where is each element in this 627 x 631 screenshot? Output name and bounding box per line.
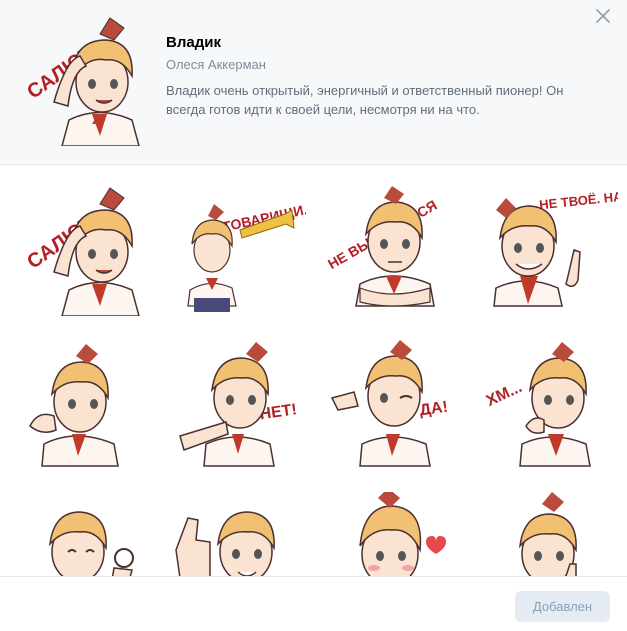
sticker-item[interactable]: САЛЮТ! (14, 180, 150, 316)
sticker-caption: ДА! (419, 399, 449, 420)
footer-bar: Добавлен (0, 576, 627, 631)
close-button[interactable] (591, 4, 615, 28)
sticker-item[interactable] (14, 336, 150, 472)
sticker-caption: ХМ... (484, 379, 525, 410)
sticker-pack-header: САЛЮТ! Владик Олеся Аккерман Владик очен… (0, 0, 627, 165)
sticker-item[interactable]: ХМ... (482, 336, 618, 472)
close-icon (596, 9, 610, 23)
sticker-item[interactable]: НЕ ВЫРА-ЖАЙСЯ (326, 180, 462, 316)
sticker-item[interactable] (326, 492, 462, 576)
pack-author[interactable]: Олеся Аккерман (166, 57, 266, 72)
pack-description: Владик очень открытый, энергичный и отве… (166, 83, 564, 117)
pack-title: Владик (166, 34, 221, 51)
sticker-item[interactable] (482, 492, 618, 576)
sticker-item[interactable]: ТОВАРИЩИ, ОБЩИЙ СБОР! (170, 180, 306, 316)
sticker-item[interactable] (14, 492, 150, 576)
sticker-caption: НЕ ТВОЁ. НАШЕ! (539, 186, 618, 212)
sticker-item[interactable] (170, 492, 306, 576)
sticker-item[interactable]: ДА! (326, 336, 462, 472)
sticker-item[interactable]: НЕТ! (170, 336, 306, 472)
sticker-item[interactable]: НЕ ТВОЁ. НАШЕ! (482, 180, 618, 316)
header-sticker-image: САЛЮТ! (23, 17, 140, 146)
added-button[interactable]: Добавлен (515, 591, 610, 622)
sticker-grid: САЛЮТ! ТОВАРИЩИ, ОБЩИЙ СБОР! НЕ ВЫРА-ЖАЙ… (0, 166, 627, 576)
